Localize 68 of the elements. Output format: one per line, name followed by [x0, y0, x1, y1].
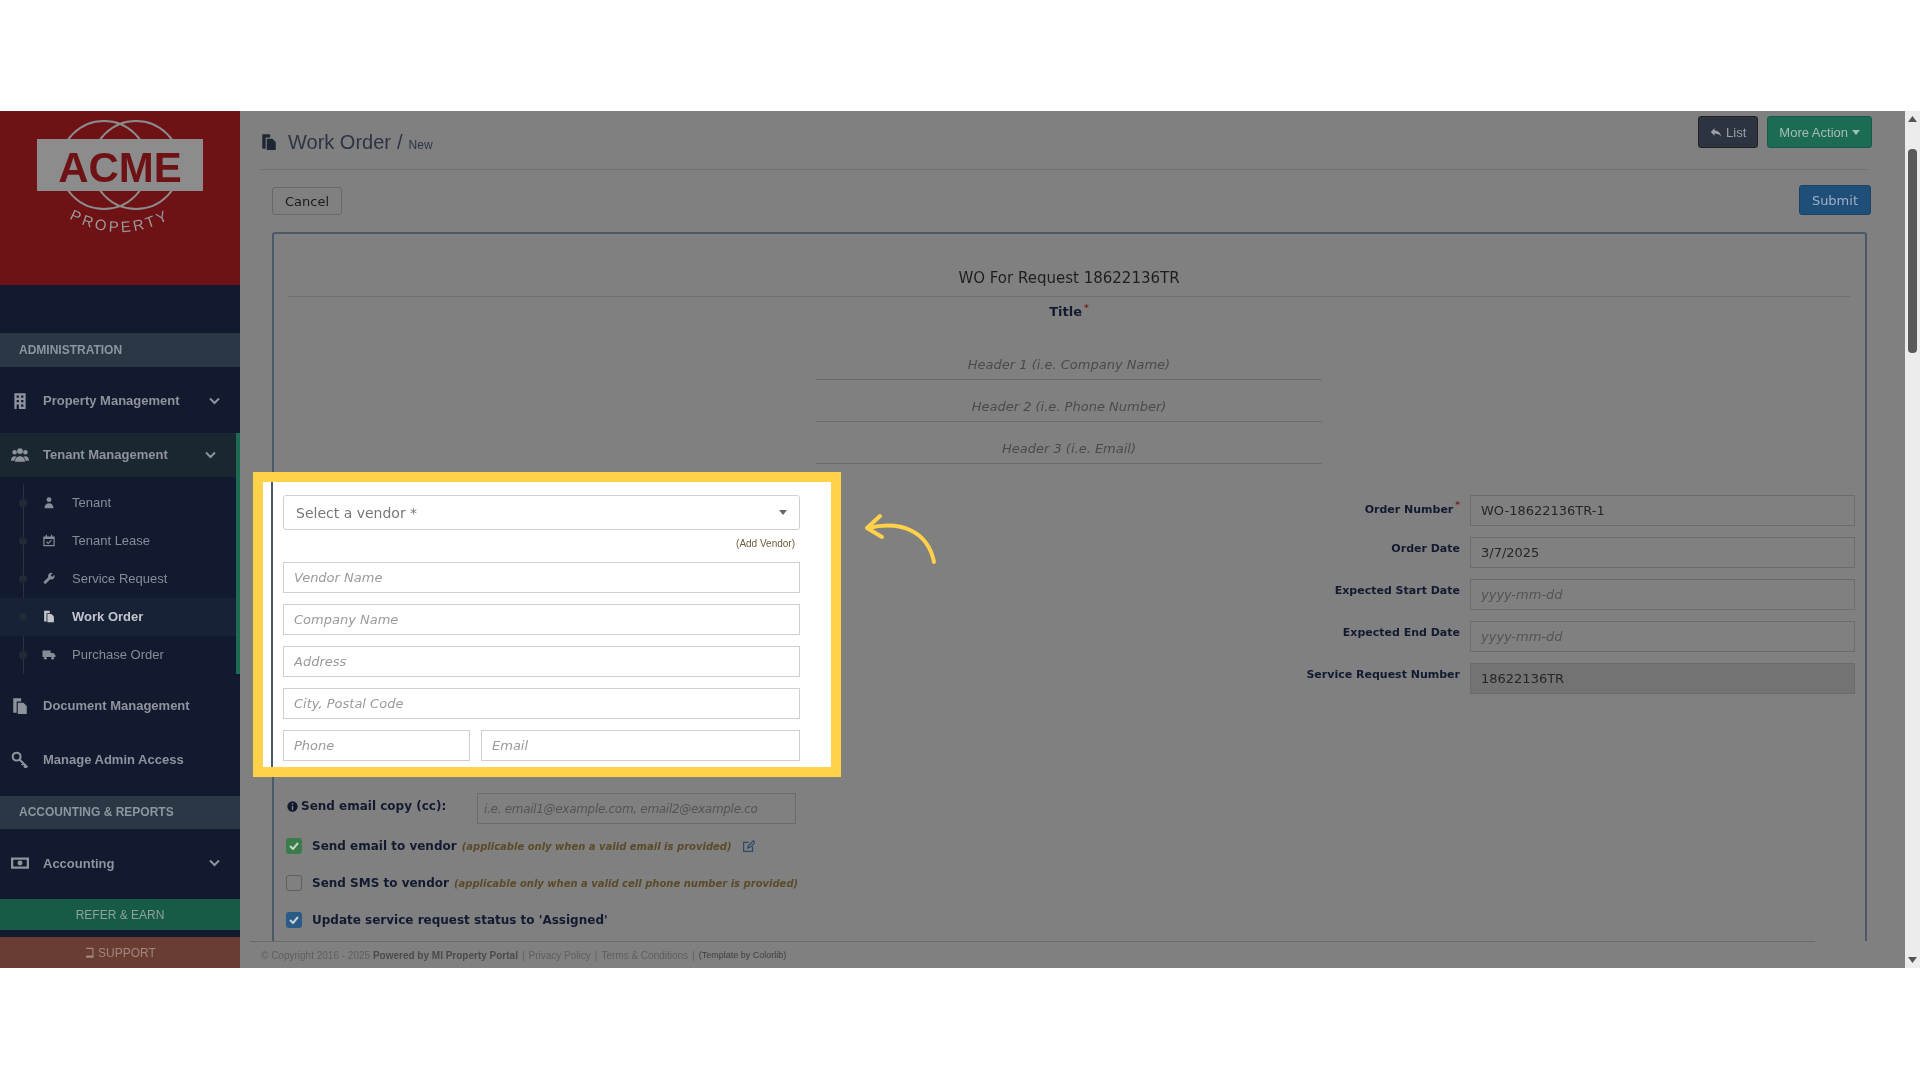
edit-icon[interactable] — [741, 839, 755, 853]
field-label: Title$^{*}$ — [1048, 303, 1090, 320]
documents-icon — [10, 696, 30, 715]
wrench-icon — [42, 572, 56, 586]
scrollbar[interactable] — [1905, 111, 1920, 968]
chevron-down-icon — [205, 450, 216, 459]
sidebar-item[interactable]: Document Management — [0, 683, 240, 728]
users-icon — [10, 445, 30, 464]
sidebar-subitem[interactable]: Work Order — [0, 597, 236, 636]
checkbox-note: (applicable only when a valid email is provided) — [461, 840, 732, 852]
page-subtitle: New — [408, 137, 433, 152]
checkmark-icon — [289, 916, 299, 925]
banknote-icon — [10, 854, 30, 872]
field-label: Order Number $^{*}$ — [1363, 499, 1460, 518]
more-action-button[interactable]: More Action — [1767, 116, 1872, 148]
calendar-icon — [42, 534, 56, 548]
sidebar-item[interactable]: Property Management — [0, 378, 240, 423]
input-field[interactable]: 3/7/2025 — [1470, 537, 1855, 569]
vendor-select[interactable]: Select a vendor * — [283, 495, 800, 531]
field-label: Expected Start Date — [1333, 583, 1460, 600]
documents-icon — [260, 132, 278, 152]
field-label: Send email copy (cc): — [301, 799, 447, 814]
refer-button[interactable]: REFER & EARN — [0, 899, 240, 930]
separator: | — [692, 949, 695, 961]
chevron-down-icon — [209, 859, 220, 867]
user-icon — [42, 496, 56, 510]
checkbox-label: Send SMS to vendor — [312, 876, 449, 891]
sidebar-item[interactable]: Tenant Management — [0, 432, 236, 477]
caret-icon — [1852, 129, 1860, 135]
support-button[interactable]: SUPPORT — [0, 937, 240, 968]
checkbox-note: (applicable only when a valid cell phone number is provided) — [453, 877, 799, 889]
section-heading: ADMINISTRATION — [0, 333, 240, 367]
key-icon — [10, 750, 30, 769]
checkbox[interactable] — [286, 912, 302, 929]
checkbox-label: Update service request status to 'Assigned' — [312, 913, 608, 928]
separator: | — [521, 949, 525, 961]
field-label: Service Request Number — [1306, 667, 1460, 684]
sidebar-subitem[interactable]: Tenant Lease — [0, 521, 236, 560]
field-label: Order Date — [1390, 541, 1460, 558]
input-field[interactable]: WO-18622136TR-1 — [1470, 495, 1855, 527]
logo: ACME PROPERTY — [20, 113, 220, 243]
caret-icon — [779, 510, 787, 516]
chevron-down-icon — [209, 396, 220, 405]
checkbox[interactable] — [286, 838, 302, 855]
separator: | — [594, 949, 598, 961]
reply-icon — [1710, 126, 1723, 138]
section-heading: ACCOUNTING & REPORTS — [0, 795, 240, 829]
sidebar-item[interactable]: Accounting — [0, 841, 240, 885]
add-vendor-link[interactable]: (Add Vendor) — [736, 538, 795, 550]
truck-icon — [42, 648, 56, 662]
checkbox[interactable] — [286, 875, 302, 892]
field-label: Expected End Date — [1341, 625, 1460, 642]
sidebar-subitem[interactable]: Purchase Order — [0, 635, 236, 674]
documents-icon — [42, 610, 56, 624]
sidebar-item[interactable]: Manage Admin Access — [0, 737, 240, 782]
submit-button[interactable]: Submit — [1798, 185, 1871, 215]
sidebar-subitem[interactable]: Service Request — [0, 559, 236, 598]
cancel-button[interactable]: Cancel — [272, 187, 343, 215]
checkbox-label: Send email to vendor — [312, 839, 457, 854]
list-button[interactable]: List — [1698, 116, 1759, 148]
form-heading: WO For Request 18622136TR — [288, 234, 1850, 297]
info-icon — [287, 800, 298, 812]
breadcrumb-separator: / — [397, 130, 403, 154]
sidebar-subitem[interactable]: Tenant — [0, 483, 236, 522]
checkmark-icon — [289, 842, 299, 851]
input-field[interactable]: 18622136TR — [1470, 663, 1855, 695]
page-title: Work Order — [288, 130, 391, 154]
book-icon — [84, 947, 96, 958]
